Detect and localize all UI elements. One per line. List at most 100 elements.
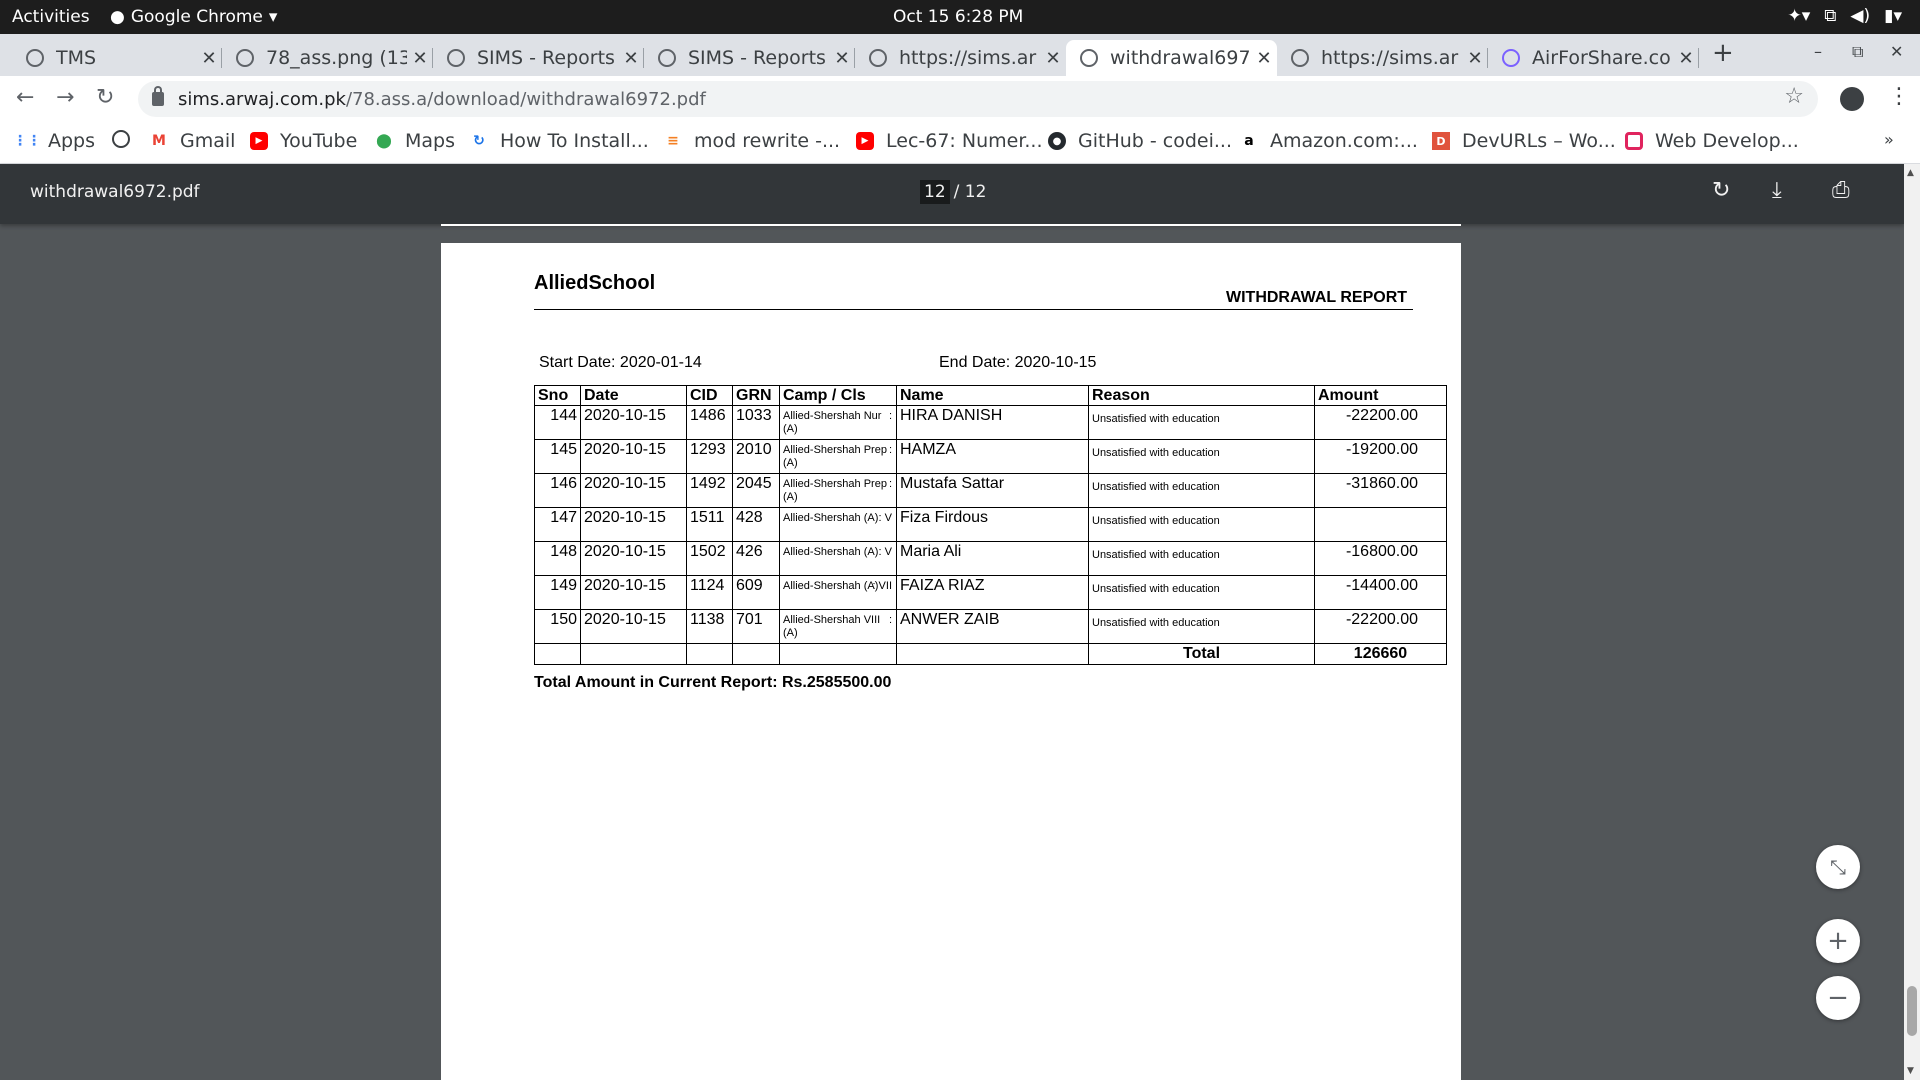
- cell-reason: Unsatisfied with education: [1088, 439, 1315, 474]
- close-icon[interactable]: ✕: [1251, 48, 1277, 69]
- grand-total: Total Amount in Current Report: Rs.25855…: [534, 674, 892, 691]
- close-icon[interactable]: ✕: [829, 48, 855, 69]
- battery-icon: ▮▾: [1884, 6, 1902, 26]
- table-row: 148 2020-10-15 1502 426 Allied-Shershah …: [534, 541, 1447, 576]
- close-icon[interactable]: ✕: [1462, 48, 1488, 69]
- tab-title: https://sims.ar: [899, 47, 1037, 69]
- chrome-menu-icon[interactable]: ⋮: [1888, 84, 1910, 109]
- new-tab-button[interactable]: +: [1712, 38, 1734, 68]
- cell-amount: -31860.00: [1314, 473, 1447, 508]
- bookmark-amazon[interactable]: a Amazon.com:...: [1240, 130, 1418, 152]
- globe-icon: [236, 49, 254, 67]
- camp-text: Allied-Shershah Nur (A): [783, 410, 882, 435]
- network-icon: ⧉: [1824, 6, 1837, 26]
- scroll-thumb[interactable]: [1907, 986, 1917, 1036]
- tab-78-ass-png[interactable]: 78_ass.png (13 ✕: [222, 40, 433, 76]
- close-icon[interactable]: ✕: [407, 48, 433, 69]
- cell-reason: Unsatisfied with education: [1088, 609, 1315, 644]
- page-total: / 12: [953, 182, 987, 202]
- bookmarks-overflow-button[interactable]: »: [1884, 130, 1894, 149]
- chevron-down-icon: ▾: [268, 7, 278, 27]
- bookmark-web-develop[interactable]: Web Develop...: [1625, 130, 1799, 152]
- print-icon[interactable]: ⎙: [1832, 178, 1850, 203]
- address-bar[interactable]: sims.arwaj.com.pk/78.ass.a/download/with…: [138, 81, 1818, 117]
- reload-button[interactable]: ↻: [96, 85, 114, 110]
- app-menu[interactable]: ● Google Chrome ▾: [110, 7, 277, 27]
- url-text[interactable]: sims.arwaj.com.pk/78.ass.a/download/with…: [178, 89, 706, 110]
- report-title: WITHDRAWAL REPORT: [1226, 289, 1408, 306]
- globe-icon: [658, 49, 676, 67]
- close-icon[interactable]: ✕: [196, 48, 222, 69]
- lock-icon[interactable]: [152, 86, 164, 106]
- webdev-icon: [1625, 132, 1643, 150]
- zoom-in-button[interactable]: +: [1816, 919, 1860, 963]
- class-text: :: [888, 410, 892, 422]
- forward-button[interactable]: →: [56, 85, 74, 110]
- scroll-up-icon[interactable]: ▲: [1907, 168, 1914, 178]
- system-tray[interactable]: ✦▾ ⧉ ◀) ▮▾: [1787, 6, 1902, 26]
- bookmark-gmail[interactable]: M Gmail: [150, 130, 235, 152]
- tab-airforshare[interactable]: AirForShare.co ✕: [1488, 40, 1699, 76]
- empty-cell: [896, 643, 1089, 665]
- column-header: Sno: [534, 385, 581, 406]
- rotate-icon[interactable]: ↻: [1712, 178, 1730, 203]
- profile-avatar[interactable]: [1840, 87, 1864, 111]
- tab-title: 78_ass.png (13: [266, 47, 407, 69]
- airforshare-icon: [1502, 49, 1520, 67]
- empty-cell: [686, 643, 733, 665]
- tab-sims-url-1[interactable]: https://sims.ar ✕: [855, 40, 1066, 76]
- bookmark-lec-67[interactable]: ▶ Lec-67: Numer...: [856, 130, 1043, 152]
- download-icon[interactable]: ⤓: [1772, 178, 1782, 203]
- close-icon[interactable]: ✕: [1673, 48, 1699, 69]
- pdf-page: AlliedSchool WITHDRAWAL REPORT Start Dat…: [441, 243, 1461, 1080]
- total-label: Total: [1088, 643, 1315, 665]
- tab-sims-url-2[interactable]: https://sims.ar ✕: [1277, 40, 1488, 76]
- bookmark-github[interactable]: ● GitHub - codei...: [1048, 130, 1232, 152]
- scroll-down-icon[interactable]: ▼: [1907, 1066, 1914, 1076]
- bookmark-youtube[interactable]: ▶ YouTube: [250, 130, 357, 152]
- column-header: GRN: [732, 385, 780, 406]
- page-number-input[interactable]: 12: [920, 180, 950, 204]
- camp-text: Allied-Shershah (A): [783, 512, 879, 524]
- fit-to-page-button[interactable]: ⤡: [1816, 845, 1860, 889]
- cell-sno: 144: [534, 405, 581, 440]
- minimize-button[interactable]: –: [1814, 42, 1822, 61]
- cell-cid: 1138: [686, 609, 733, 644]
- bookmark-apps[interactable]: ⋮⋮ Apps: [13, 130, 95, 152]
- activities-button[interactable]: Activities: [12, 7, 90, 27]
- bookmark-devurls[interactable]: D DevURLs – Wo...: [1432, 130, 1616, 152]
- close-icon[interactable]: ✕: [618, 48, 644, 69]
- page-indicator: 12 / 12: [920, 180, 986, 204]
- table-row: 145 2020-10-15 1293 2010 Allied-Shershah…: [534, 439, 1447, 474]
- tab-withdrawal-pdf[interactable]: withdrawal697 ✕: [1066, 40, 1277, 76]
- tab-tms[interactable]: TMS ✕: [12, 40, 222, 76]
- table-row: 147 2020-10-15 1511 428 Allied-Shershah …: [534, 507, 1447, 542]
- vertical-scrollbar[interactable]: ▲ ▼: [1904, 164, 1920, 1080]
- bookmark-maps[interactable]: ⬤ Maps: [375, 130, 455, 152]
- pdf-toolbar: withdrawal6972.pdf 12 / 12 ↻ ⤓ ⎙: [0, 164, 1904, 224]
- end-date: End Date: 2020-10-15: [939, 354, 1097, 371]
- bookmark-star-icon[interactable]: ☆: [1784, 84, 1804, 109]
- bookmark-label: Lec-67: Numer...: [886, 130, 1043, 152]
- window-close-button[interactable]: ✕: [1890, 42, 1903, 61]
- tab-strip: TMS ✕ 78_ass.png (13 ✕ SIMS - Reports ✕ …: [0, 34, 1920, 76]
- bookmark-globe[interactable]: [112, 130, 142, 148]
- cell-date: 2020-10-15: [580, 507, 687, 542]
- tab-sims-reports-1[interactable]: SIMS - Reports ✕: [433, 40, 644, 76]
- url-host: sims.arwaj.com.pk: [178, 88, 346, 110]
- clock[interactable]: Oct 15 6:28 PM: [893, 7, 1023, 27]
- close-icon[interactable]: ✕: [1040, 48, 1066, 69]
- cell-reason: Unsatisfied with education: [1088, 405, 1315, 440]
- table-row: 144 2020-10-15 1486 1033 Allied-Shershah…: [534, 405, 1447, 440]
- bookmark-how-to-install[interactable]: ↻ How To Install...: [470, 130, 649, 152]
- tab-sims-reports-2[interactable]: SIMS - Reports ✕: [644, 40, 855, 76]
- zoom-out-button[interactable]: −: [1816, 976, 1860, 1020]
- restore-button[interactable]: ⧉: [1852, 42, 1863, 62]
- cell-cid: 1293: [686, 439, 733, 474]
- github-icon: ●: [1048, 132, 1066, 150]
- bookmark-mod-rewrite[interactable]: ≡ mod rewrite -...: [664, 130, 840, 152]
- youtube-icon: ▶: [856, 132, 874, 150]
- cell-date: 2020-10-15: [580, 439, 687, 474]
- back-button[interactable]: ←: [16, 85, 34, 110]
- devurls-icon: D: [1432, 132, 1450, 150]
